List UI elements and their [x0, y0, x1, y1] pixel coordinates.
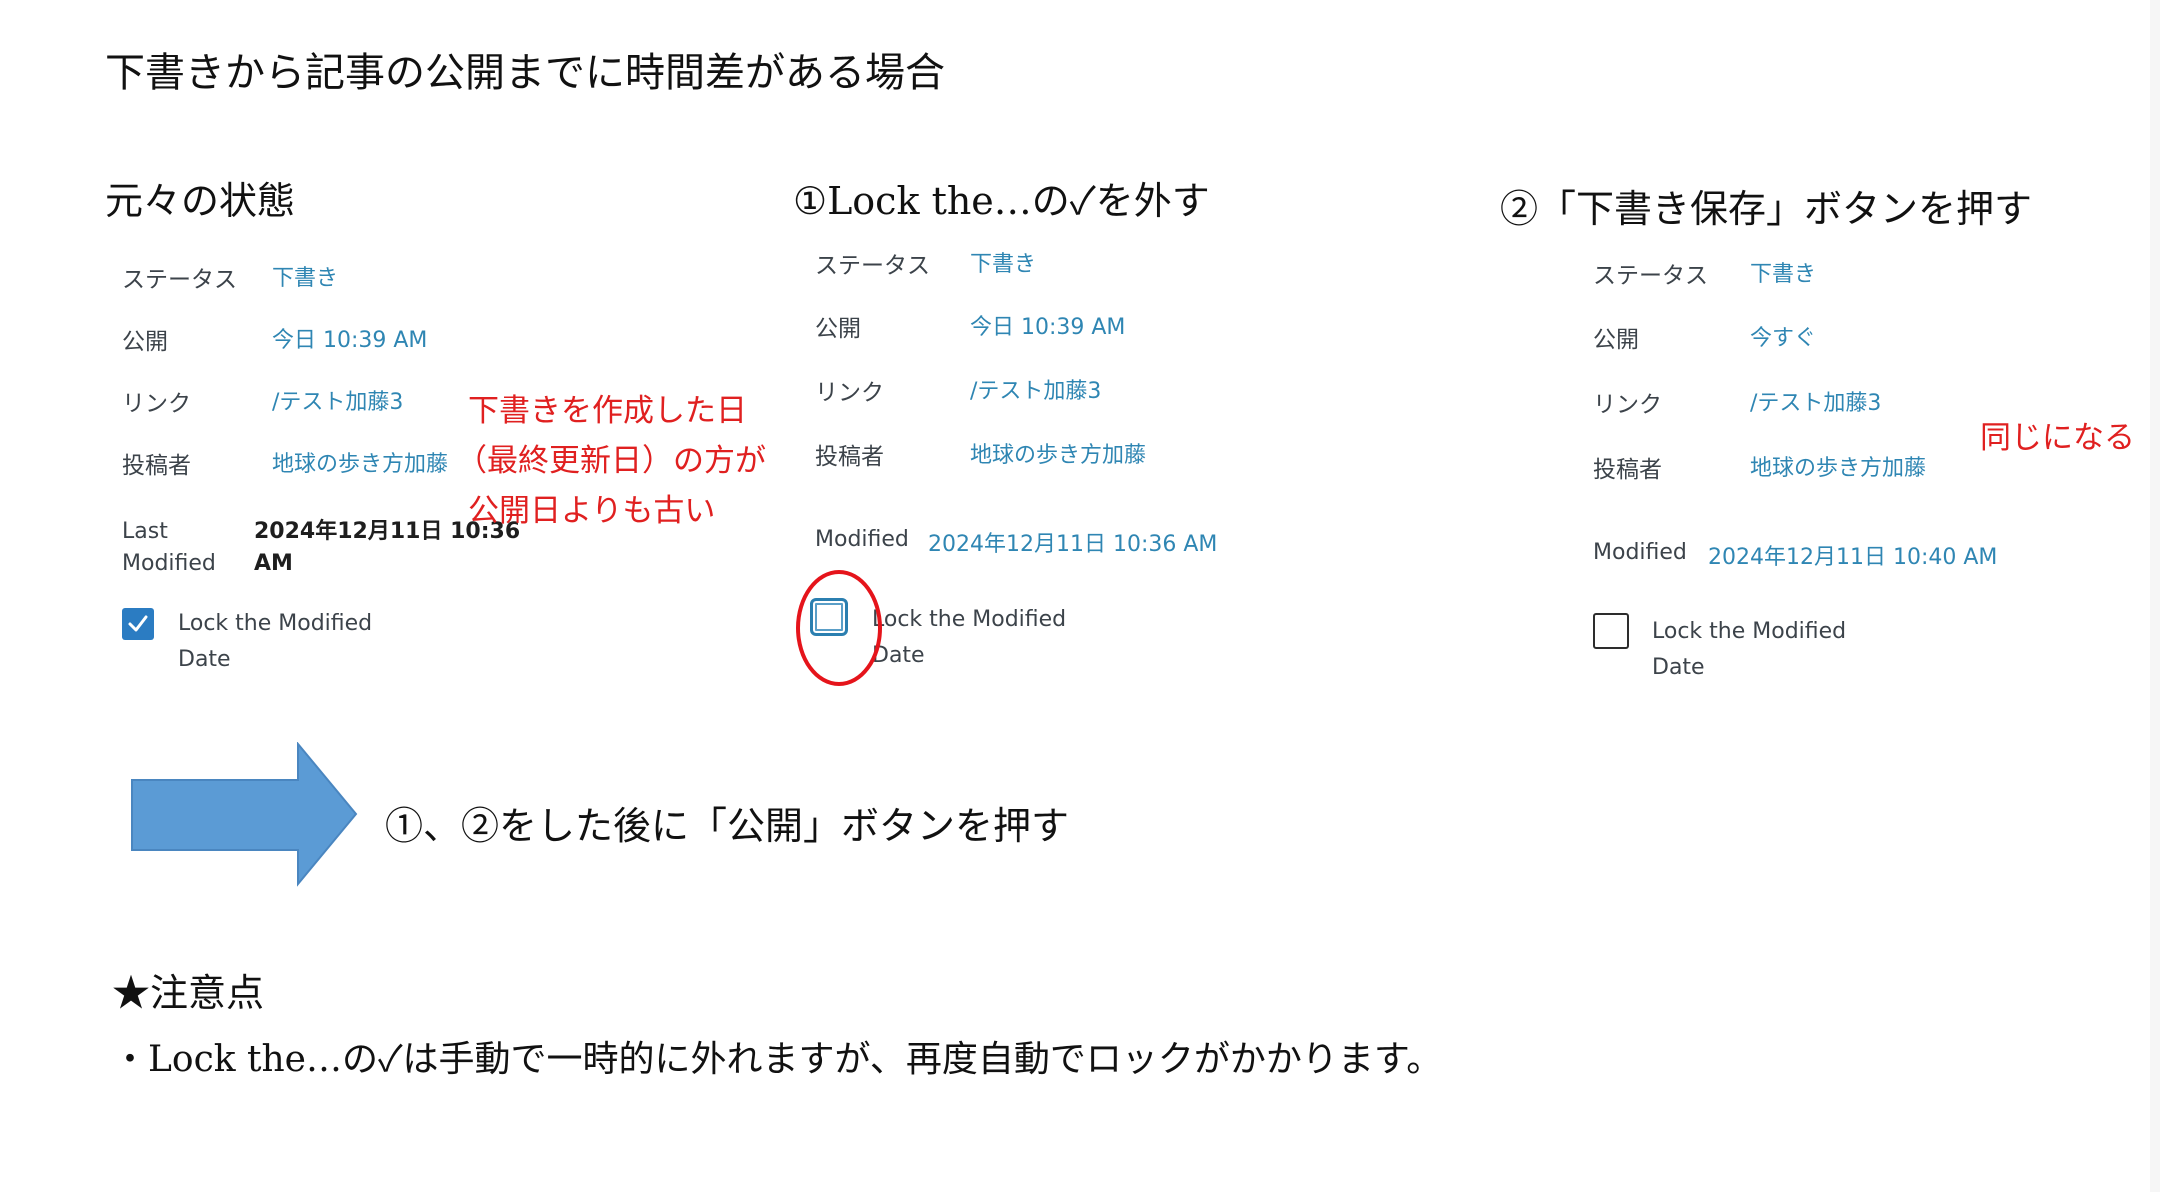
modified-label: Modified	[815, 527, 909, 552]
link-label: リンク	[1593, 392, 1662, 418]
author-label: 投稿者	[1593, 457, 1662, 483]
notes-heading: ★注意点	[112, 971, 265, 1015]
author-label: 投稿者	[815, 444, 884, 470]
permalink-value-link[interactable]: /テスト加藤3	[272, 384, 403, 416]
status-value-link[interactable]: 下書き	[1750, 256, 1816, 288]
checkbox-label-line2: Date	[178, 647, 231, 672]
status-label: ステータス	[815, 253, 930, 279]
publish-label: 公開	[815, 316, 861, 342]
lock-modified-date-label: Lock the Modified Date	[872, 602, 1066, 674]
publish-value-link[interactable]: 今日 10:39 AM	[272, 322, 427, 354]
last-modified-label-line1: Last	[122, 519, 168, 544]
checkbox-label-line1: Lock the Modified	[1652, 619, 1847, 644]
status-label: ステータス	[122, 267, 237, 293]
lock-modified-date-checkbox[interactable]	[122, 608, 154, 640]
panel-heading: ①Lock the…の✓を外す	[793, 179, 1210, 223]
annotation-line: 公開日よりも古い	[468, 493, 716, 529]
lock-modified-date-checkbox[interactable]	[1593, 613, 1629, 649]
author-value-link[interactable]: 地球の歩き方加藤	[1750, 450, 1926, 482]
right-arrow-icon	[131, 742, 358, 887]
publish-label: 公開	[122, 329, 168, 355]
annotation-older-date: 下書きを作成した日 （最終更新日）の方が 公開日よりも古い	[456, 386, 766, 536]
publish-label: 公開	[1593, 327, 1639, 353]
lock-modified-date-label: Lock the Modified Date	[1652, 614, 1846, 686]
modified-value-link[interactable]: 2024年12月11日 10:40 AM	[1708, 539, 1997, 571]
annotation-line: （最終更新日）の方が	[456, 443, 766, 479]
highlight-circle	[796, 570, 882, 686]
last-modified-label: Last Modified	[122, 516, 216, 580]
checkbox-label-line2: Date	[872, 643, 925, 668]
status-value-link[interactable]: 下書き	[272, 260, 338, 292]
checkbox-label-line2: Date	[1652, 655, 1705, 680]
annotation-same-date: 同じになる	[1980, 420, 2135, 456]
page-edge	[2150, 0, 2160, 1192]
permalink-value-link[interactable]: /テスト加藤3	[970, 373, 1101, 405]
last-modified-label-line2: Modified	[122, 551, 216, 576]
publish-value-link[interactable]: 今すぐ	[1750, 320, 1816, 352]
last-modified-value-line2: AM	[254, 551, 293, 576]
author-value-link[interactable]: 地球の歩き方加藤	[272, 446, 448, 478]
status-label: ステータス	[1593, 263, 1708, 289]
status-value-link[interactable]: 下書き	[970, 246, 1036, 278]
link-label: リンク	[122, 391, 191, 417]
checkmark-icon	[128, 615, 148, 632]
lock-modified-date-label: Lock the Modified Date	[178, 606, 372, 678]
permalink-value-link[interactable]: /テスト加藤3	[1750, 385, 1881, 417]
modified-label: Modified	[1593, 540, 1687, 565]
annotation-line: 下書きを作成した日	[468, 393, 747, 429]
publish-step-text: ①、②をした後に「公開」ボタンを押す	[385, 804, 1070, 848]
notes-line: ・Lock the…の✓は手動で一時的に外れますが、再度自動でロックがかかります…	[112, 1039, 1443, 1080]
panel-heading: ②「下書き保存」ボタンを押す	[1500, 187, 2033, 231]
page-title: 下書きから記事の公開までに時間差がある場合	[105, 50, 945, 96]
link-label: リンク	[815, 380, 884, 406]
checkbox-label-line1: Lock the Modified	[178, 611, 373, 636]
publish-value-link[interactable]: 今日 10:39 AM	[970, 309, 1125, 341]
author-value-link[interactable]: 地球の歩き方加藤	[970, 437, 1146, 469]
checkbox-label-line1: Lock the Modified	[872, 607, 1067, 632]
panel-heading: 元々の状態	[105, 179, 296, 223]
author-label: 投稿者	[122, 453, 191, 479]
modified-value-link[interactable]: 2024年12月11日 10:36 AM	[928, 526, 1217, 558]
